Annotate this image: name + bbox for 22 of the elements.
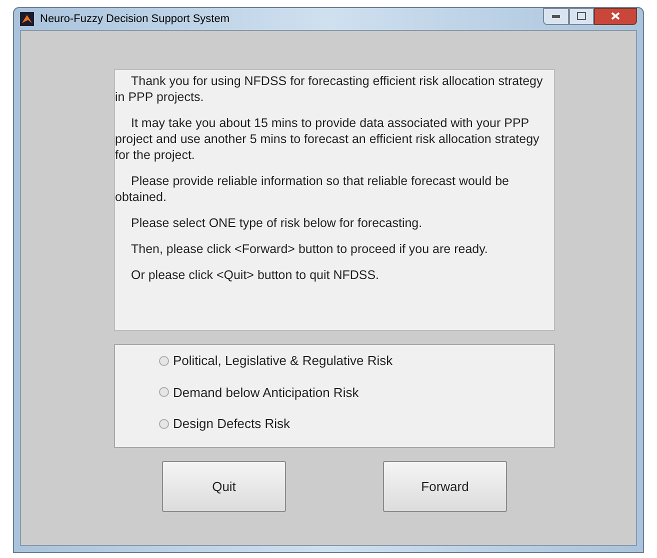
forward-button[interactable]: Forward: [383, 461, 507, 512]
instruction-text: Or please click <Quit> button to quit NFDSS.: [130, 267, 380, 283]
app-icon: [20, 12, 34, 26]
minimize-icon: [552, 14, 560, 18]
instruction-text: Please provide reliable information so that reliable forecast would be obtained.: [115, 173, 510, 205]
quit-button[interactable]: Quit: [162, 461, 286, 512]
risk-radio-option[interactable]: Design Defects Risk: [159, 414, 290, 434]
instruction-text: It may take you about 15 mins to provide data associated with your PPP project and use another 5 mins to forecast an efficient risk allocation strategy for the project.: [115, 115, 540, 163]
window-title: Neuro-Fuzzy Decision Support System: [40, 12, 230, 27]
instruction-text: Thank you for using NFDSS for forecasting efficient risk allocation strategy in PPP projects.: [115, 73, 544, 105]
close-button[interactable]: [594, 8, 637, 24]
minimize-button[interactable]: [543, 8, 569, 24]
radio-button[interactable]: [159, 418, 169, 429]
instruction-text: Then, please click <Forward> button to proceed if you are ready.: [130, 241, 489, 257]
instruction-text: Please select ONE type of risk below for forecasting.: [130, 215, 424, 231]
risk-radio-option[interactable]: Political, Legislative & Regulative Risk: [159, 351, 393, 370]
close-icon: [611, 12, 620, 20]
maximize-icon: [577, 12, 586, 20]
maximize-button[interactable]: [569, 8, 594, 24]
radio-button[interactable]: [159, 387, 169, 398]
radio-button[interactable]: [159, 356, 169, 366]
risk-radio-option[interactable]: Demand below Anticipation Risk: [159, 382, 359, 402]
